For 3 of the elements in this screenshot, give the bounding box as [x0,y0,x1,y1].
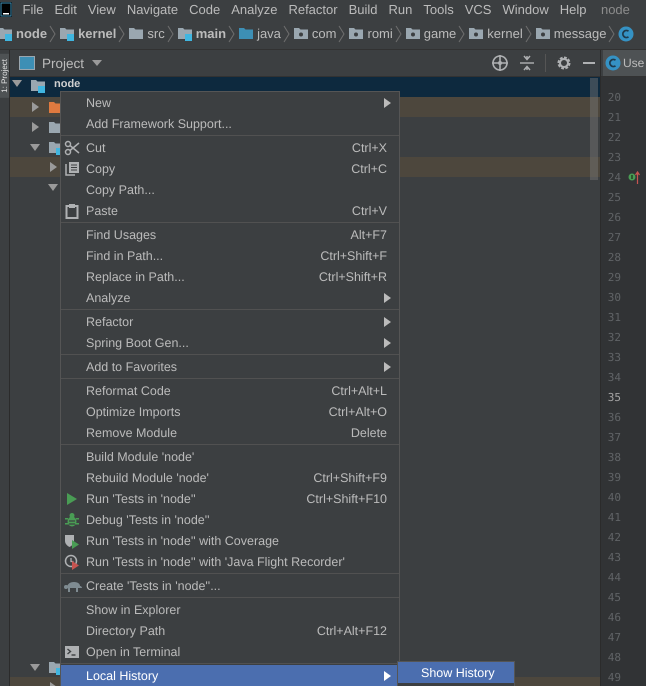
panel-title: Project [42,56,84,70]
project-name: node [600,2,630,16]
line-number: 35 [606,390,621,404]
